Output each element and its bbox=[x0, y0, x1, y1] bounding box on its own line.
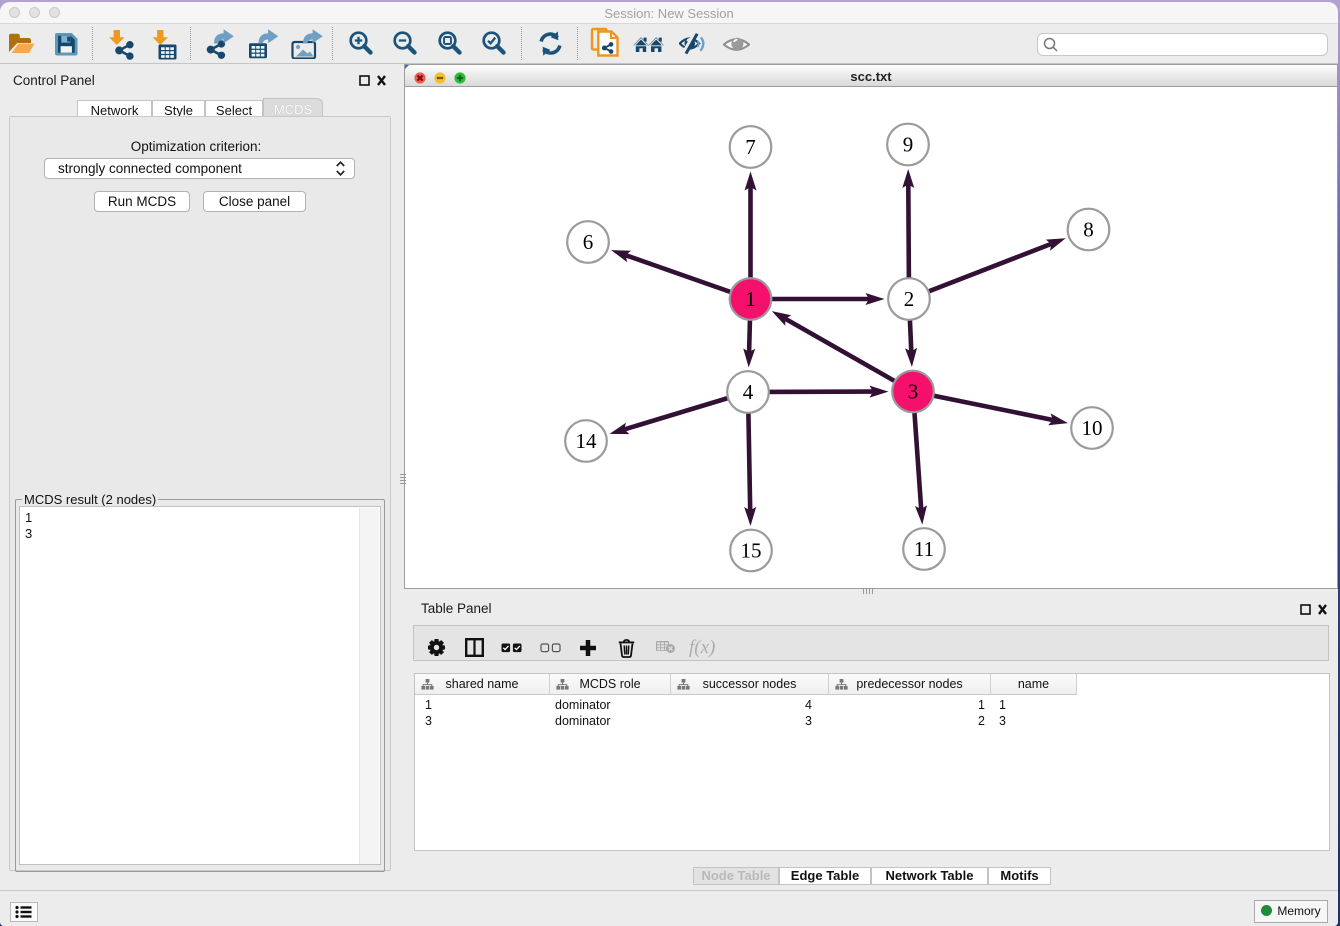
svg-text:7: 7 bbox=[745, 135, 756, 159]
svg-text:6: 6 bbox=[583, 230, 594, 254]
svg-text:8: 8 bbox=[1083, 218, 1094, 242]
svg-text:1: 1 bbox=[745, 287, 756, 311]
svg-text:2: 2 bbox=[904, 287, 915, 311]
svg-text:11: 11 bbox=[914, 537, 934, 561]
svg-text:4: 4 bbox=[743, 380, 754, 404]
svg-text:10: 10 bbox=[1082, 416, 1103, 440]
svg-text:15: 15 bbox=[741, 539, 762, 563]
svg-text:14: 14 bbox=[576, 429, 598, 453]
svg-text:3: 3 bbox=[908, 380, 919, 404]
svg-text:9: 9 bbox=[903, 133, 914, 157]
